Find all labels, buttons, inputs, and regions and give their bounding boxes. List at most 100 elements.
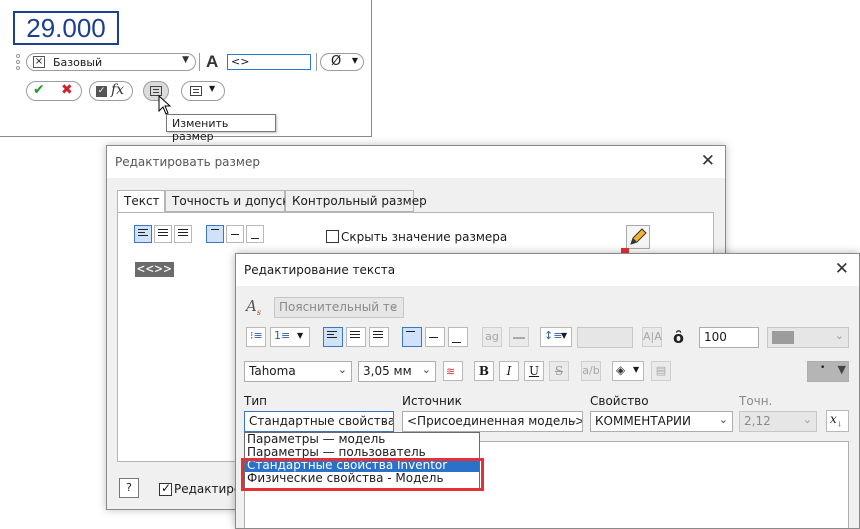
precision-value: 2,12: [744, 414, 771, 428]
insert-parameter-button[interactable]: x↓: [826, 410, 849, 432]
edit-checkbox-label: Редактиро: [174, 482, 242, 496]
strikethrough-button[interactable]: S: [549, 361, 569, 381]
drag-handle-icon[interactable]: [16, 54, 22, 72]
underline-button[interactable]: U: [524, 361, 544, 381]
symbol-icon: ◈: [616, 363, 626, 377]
align-left-button[interactable]: [323, 327, 343, 347]
valign-bottom-button[interactable]: [246, 225, 264, 243]
chevron-down-icon: ⌄: [389, 299, 399, 312]
valign-middle-icon: [230, 234, 240, 244]
chevron-down-icon: ▼: [182, 55, 189, 65]
chevron-down-icon: ⌄: [421, 363, 431, 376]
property-select[interactable]: КОММЕНТАРИИ ⌄: [590, 411, 733, 432]
chevron-down-icon: ⌄: [834, 329, 844, 342]
superscript-button[interactable]: a/b: [581, 361, 601, 381]
pencil-icon: [630, 228, 647, 245]
hide-value-checkbox[interactable]: [326, 230, 339, 243]
valign-top-button[interactable]: [402, 327, 422, 347]
separator: [316, 53, 317, 71]
align-center-icon: [350, 331, 360, 341]
text-style-icon: As: [246, 297, 261, 317]
edit-checkbox[interactable]: [159, 481, 172, 496]
mouse-cursor-icon: [158, 95, 172, 115]
style-checkbox-icon: ×: [33, 56, 45, 68]
text-format-dialog: Редактирование текста ✕ As Пояснительный…: [235, 253, 860, 529]
valign-bottom-icon: [250, 238, 260, 248]
help-button[interactable]: ?: [119, 478, 139, 498]
stack-icon: ag: [485, 330, 499, 343]
style-select[interactable]: × Базовый ▼: [26, 53, 196, 71]
separator: [199, 53, 200, 71]
italic-button[interactable]: I: [499, 361, 519, 381]
superscript-icon: a/b: [582, 364, 600, 377]
chevron-down-icon: ▼: [209, 84, 216, 93]
bold-button[interactable]: B: [474, 361, 494, 381]
diameter-symbol-button[interactable]: Ø ▼: [320, 53, 364, 71]
text-case-button[interactable]: A|A: [642, 327, 662, 347]
bullet-list-icon: ⁝≡: [250, 329, 263, 342]
source-value: <Присоединенная модель>: [407, 414, 583, 428]
align-center-button[interactable]: [346, 327, 366, 347]
text-box-icon: ▤: [655, 364, 667, 377]
chevron-down-icon: ▼: [837, 363, 846, 376]
close-icon[interactable]: ✖: [61, 82, 73, 98]
numbered-list-icon: 1≡: [274, 329, 291, 342]
valign-middle-icon: [429, 337, 439, 347]
font-size-select[interactable]: 3,05 мм ⌄: [358, 361, 436, 382]
chevron-down-icon: ▼: [351, 56, 358, 65]
insert-parameter-icon: x↓: [830, 412, 843, 429]
valign-top-icon: [406, 331, 416, 341]
fx-icon: fx: [111, 82, 125, 98]
symbol-button[interactable]: ◈ ▼: [612, 361, 644, 381]
line-button[interactable]: [509, 327, 529, 347]
dimension-text-input[interactable]: <>: [227, 54, 311, 70]
precision-select[interactable]: 2,12 ⌄: [739, 411, 817, 432]
font-value: Tahoma: [249, 364, 296, 378]
format-styles-button[interactable]: ≋: [443, 361, 463, 381]
chevron-down-icon: ⌄: [802, 413, 812, 426]
dimension-text-editor[interactable]: [123, 194, 223, 394]
close-icon[interactable]: ✕: [835, 259, 849, 279]
fx-button[interactable]: ✓ fx: [89, 81, 133, 101]
close-icon[interactable]: ✕: [701, 151, 715, 171]
stack-text-button[interactable]: ag: [482, 327, 502, 347]
property-value: КОММЕНТАРИИ: [595, 414, 692, 428]
width-scale-input[interactable]: 100: [699, 327, 759, 348]
chevron-down-icon: ⌄: [337, 363, 347, 376]
line-spacing-button[interactable]: ↕≡ ▼: [540, 327, 572, 347]
font-icon[interactable]: A: [206, 52, 218, 72]
font-size-value: 3,05 мм: [363, 364, 412, 378]
dialog-title-bar[interactable]: Редактировать размер ✕: [107, 146, 725, 178]
numbered-list-button[interactable]: 1≡ ▼: [270, 327, 310, 347]
edit-text-button[interactable]: [626, 225, 650, 249]
chevron-down-icon: ▼: [561, 331, 568, 340]
valign-bottom-button[interactable]: [448, 327, 468, 347]
options-button[interactable]: ▼: [181, 81, 225, 101]
dropdown-option[interactable]: Параметры — модель: [245, 433, 479, 446]
font-select[interactable]: Tahoma ⌄: [244, 361, 352, 382]
chevron-down-icon: ⌄: [718, 413, 728, 426]
dot-icon: •: [820, 363, 826, 373]
text-style-select[interactable]: Пояснительный те ⌄: [274, 297, 404, 318]
bullet-list-button[interactable]: ⁝≡: [246, 327, 266, 347]
spacing-value-field[interactable]: [577, 327, 633, 348]
align-right-button[interactable]: [369, 327, 389, 347]
dimension-placeholder-tag[interactable]: <<>>: [135, 262, 175, 277]
color-select[interactable]: ⌄: [767, 327, 849, 348]
text-box-button[interactable]: ▤: [651, 361, 671, 381]
type-label: Тип: [244, 394, 267, 408]
highlight-color-select[interactable]: • ▼: [807, 361, 849, 382]
dialog-title: Редактировать размер: [115, 155, 260, 169]
line-spacing-icon: ↕≡: [544, 329, 563, 342]
valign-middle-button[interactable]: [425, 327, 445, 347]
type-select[interactable]: Стандартные свойства ⌄: [244, 411, 394, 432]
tab-reference-dimension[interactable]: Контрольный размер: [285, 190, 427, 212]
chevron-down-icon: ▼: [633, 365, 640, 374]
align-left-icon: [327, 331, 337, 341]
valign-middle-button[interactable]: [226, 225, 244, 243]
checkmark-icon[interactable]: ✔: [33, 82, 45, 98]
dialog-title-bar[interactable]: Редактирование текста ✕: [236, 254, 859, 286]
source-select[interactable]: <Присоединенная модель> ⌄: [402, 411, 583, 432]
dimension-value[interactable]: 29.000: [13, 11, 119, 45]
hide-value-label: Скрыть значение размера: [341, 230, 508, 244]
